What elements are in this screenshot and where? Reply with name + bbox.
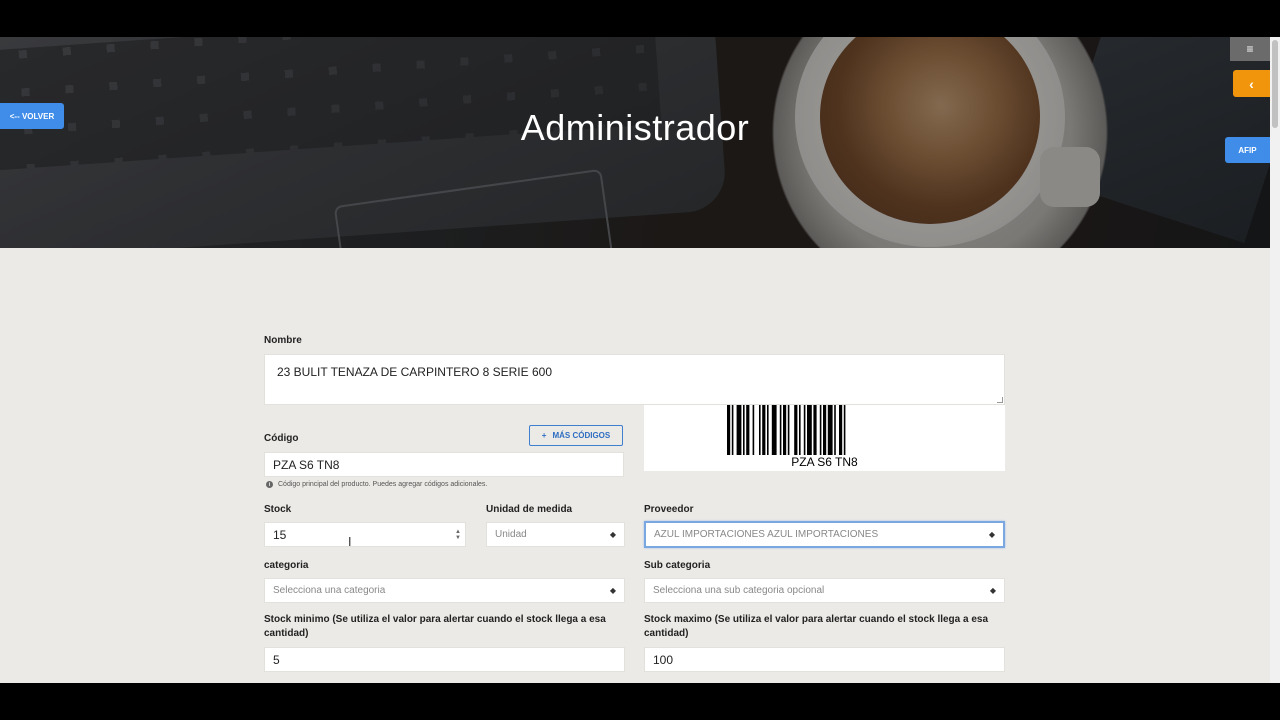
scrollbar-track[interactable]: [1270, 37, 1280, 683]
menu-button[interactable]: ≡: [1230, 37, 1270, 61]
add-codes-button[interactable]: + MÁS CÓDIGOS: [529, 425, 623, 446]
stock-label: Stock: [264, 504, 292, 515]
select-arrows-icon: ◆: [989, 586, 996, 595]
stock-maximo-input[interactable]: 100: [644, 647, 1005, 672]
barcode-preview: PZA S6 TN8: [644, 405, 1005, 471]
page-title: Administrador: [520, 107, 750, 148]
unidad-select[interactable]: Unidad ◆: [486, 522, 625, 547]
subcategoria-select[interactable]: Selecciona una sub categoria opcional ◆: [644, 578, 1005, 603]
stepper-arrows-icon[interactable]: ▲ ▼: [455, 529, 461, 541]
codigo-hint: i Código principal del producto. Puedes …: [266, 481, 487, 488]
add-codes-label: MÁS CÓDIGOS: [552, 431, 611, 440]
plus-icon: +: [541, 431, 547, 440]
select-arrows-icon: ◆: [988, 530, 995, 539]
scrollbar-thumb[interactable]: [1272, 40, 1278, 128]
categoria-select[interactable]: Selecciona una categoria ◆: [264, 578, 625, 603]
stock-input[interactable]: 15 ▲ ▼: [264, 522, 466, 547]
nombre-label: Nombre: [264, 335, 302, 346]
volver-button[interactable]: <-- VOLVER: [0, 103, 64, 129]
info-icon: i: [266, 481, 273, 488]
barcode-text: PZA S6 TN8: [791, 455, 858, 469]
codigo-input[interactable]: PZA S6 TN8: [264, 452, 624, 477]
stock-maximo-label: Stock maximo (Se utiliza el valor para a…: [644, 614, 989, 639]
subcategoria-label: Sub categoria: [644, 560, 711, 571]
afip-button[interactable]: AFIP: [1225, 137, 1270, 163]
resize-handle[interactable]: [997, 397, 1003, 403]
chevron-left-icon: ‹: [1249, 75, 1254, 92]
select-arrows-icon: ◆: [609, 586, 616, 595]
codigo-label: Código: [264, 433, 299, 444]
select-arrows-icon: ◆: [609, 530, 616, 539]
categoria-label: categoria: [264, 560, 309, 571]
stock-minimo-input[interactable]: 5: [264, 647, 625, 672]
stock-minimo-label: Stock minimo (Se utiliza el valor para a…: [264, 614, 606, 639]
proveedor-label: Proveedor: [644, 504, 694, 515]
hero-banner: Administrador <-- VOLVER ≡ ‹ AFIP: [0, 37, 1270, 248]
nombre-value: 23 BULIT TENAZA DE CARPINTERO 8 SERIE 60…: [277, 365, 552, 379]
text-cursor-icon: I: [348, 535, 352, 549]
unidad-label: Unidad de medida: [486, 504, 573, 515]
hamburger-icon: ≡: [1246, 42, 1254, 56]
barcode-image: [727, 405, 846, 455]
nombre-textarea[interactable]: 23 BULIT TENAZA DE CARPINTERO 8 SERIE 60…: [264, 354, 1005, 405]
collapse-panel-button[interactable]: ‹: [1233, 70, 1270, 97]
proveedor-select[interactable]: AZUL IMPORTACIONES AZUL IMPORTACIONES ◆: [644, 521, 1005, 548]
page-frame: Administrador <-- VOLVER ≡ ‹ AFIP Nombre…: [0, 37, 1270, 683]
